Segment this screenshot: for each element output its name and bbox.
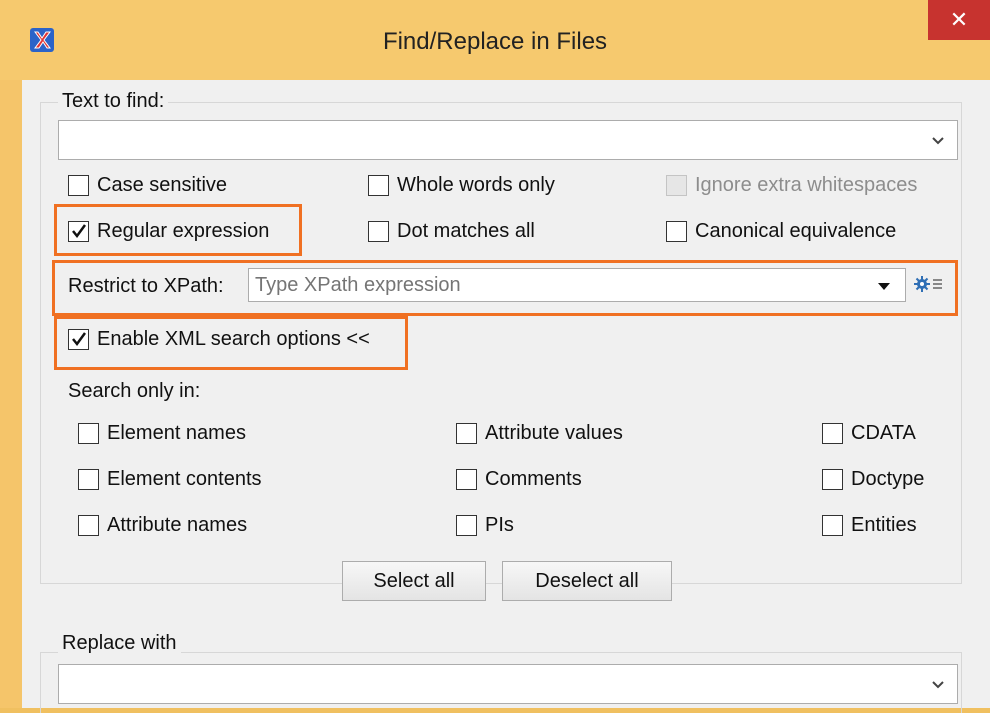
whole-words-checkbox[interactable]: Whole words only xyxy=(368,174,555,197)
xpath-highlight xyxy=(52,260,958,316)
pis-checkbox[interactable]: PIs xyxy=(456,514,514,537)
case-sensitive-checkbox[interactable]: Case sensitive xyxy=(68,174,227,197)
chevron-down-icon[interactable] xyxy=(931,134,945,148)
checkbox-box[interactable] xyxy=(68,175,89,196)
checkbox-box[interactable] xyxy=(78,469,99,490)
entities-checkbox[interactable]: Entities xyxy=(822,514,917,537)
checkbox-box[interactable] xyxy=(368,175,389,196)
checkbox-box[interactable] xyxy=(456,423,477,444)
attribute-names-checkbox[interactable]: Attribute names xyxy=(78,514,247,537)
element-contents-checkbox[interactable]: Element contents xyxy=(78,468,262,491)
checkbox-box[interactable] xyxy=(822,423,843,444)
element-names-label: Element names xyxy=(107,422,246,444)
entities-label: Entities xyxy=(851,514,917,536)
pis-label: PIs xyxy=(485,514,514,536)
checkbox-box[interactable] xyxy=(666,221,687,242)
dialog-content: Text to find: Case sensitive Whole words… xyxy=(22,80,990,713)
deselect-all-button[interactable]: Deselect all xyxy=(502,561,672,601)
checkbox-box[interactable] xyxy=(78,423,99,444)
chevron-down-icon[interactable] xyxy=(931,678,945,692)
case-sensitive-label: Case sensitive xyxy=(97,174,228,196)
dot-all-checkbox[interactable]: Dot matches all xyxy=(368,220,535,243)
find-input[interactable] xyxy=(58,120,958,160)
ignore-whitespace-label: Ignore extra whitespaces xyxy=(695,174,918,196)
checkbox-box[interactable] xyxy=(822,469,843,490)
xml-options-highlight xyxy=(54,316,408,370)
window-title: Find/Replace in Files xyxy=(382,28,608,55)
close-button[interactable]: ✕ xyxy=(928,0,990,40)
title-bar[interactable]: Find/Replace in Files ✕ xyxy=(0,0,990,80)
search-only-label: Search only in: xyxy=(68,380,201,402)
comments-label: Comments xyxy=(485,468,582,490)
attribute-names-label: Attribute names xyxy=(107,514,248,536)
checkbox-box[interactable] xyxy=(78,515,99,536)
doctype-checkbox[interactable]: Doctype xyxy=(822,468,924,491)
replace-legend: Replace with xyxy=(58,632,181,655)
attribute-values-label: Attribute values xyxy=(485,422,623,444)
attribute-values-checkbox[interactable]: Attribute values xyxy=(456,422,623,445)
cdata-checkbox[interactable]: CDATA xyxy=(822,422,916,445)
cdata-label: CDATA xyxy=(851,422,916,444)
element-names-checkbox[interactable]: Element names xyxy=(78,422,246,445)
checkbox-box[interactable] xyxy=(822,515,843,536)
regex-highlight xyxy=(54,204,302,256)
canonical-checkbox[interactable]: Canonical equivalence xyxy=(666,220,896,243)
doctype-label: Doctype xyxy=(851,468,925,490)
element-contents-label: Element contents xyxy=(107,468,262,490)
ignore-whitespace-checkbox: Ignore extra whitespaces xyxy=(666,174,917,197)
checkbox-box[interactable] xyxy=(456,515,477,536)
checkbox-box xyxy=(666,175,687,196)
dot-all-label: Dot matches all xyxy=(397,220,535,242)
select-all-button[interactable]: Select all xyxy=(342,561,486,601)
canonical-label: Canonical equivalence xyxy=(695,220,897,242)
find-legend: Text to find: xyxy=(58,90,169,113)
close-icon: ✕ xyxy=(949,7,969,32)
comments-checkbox[interactable]: Comments xyxy=(456,468,582,491)
checkbox-box[interactable] xyxy=(368,221,389,242)
checkbox-box[interactable] xyxy=(456,469,477,490)
replace-input[interactable] xyxy=(58,664,958,704)
dialog-window: Find/Replace in Files ✕ Text to find: Ca… xyxy=(0,0,990,713)
whole-words-label: Whole words only xyxy=(397,174,555,196)
